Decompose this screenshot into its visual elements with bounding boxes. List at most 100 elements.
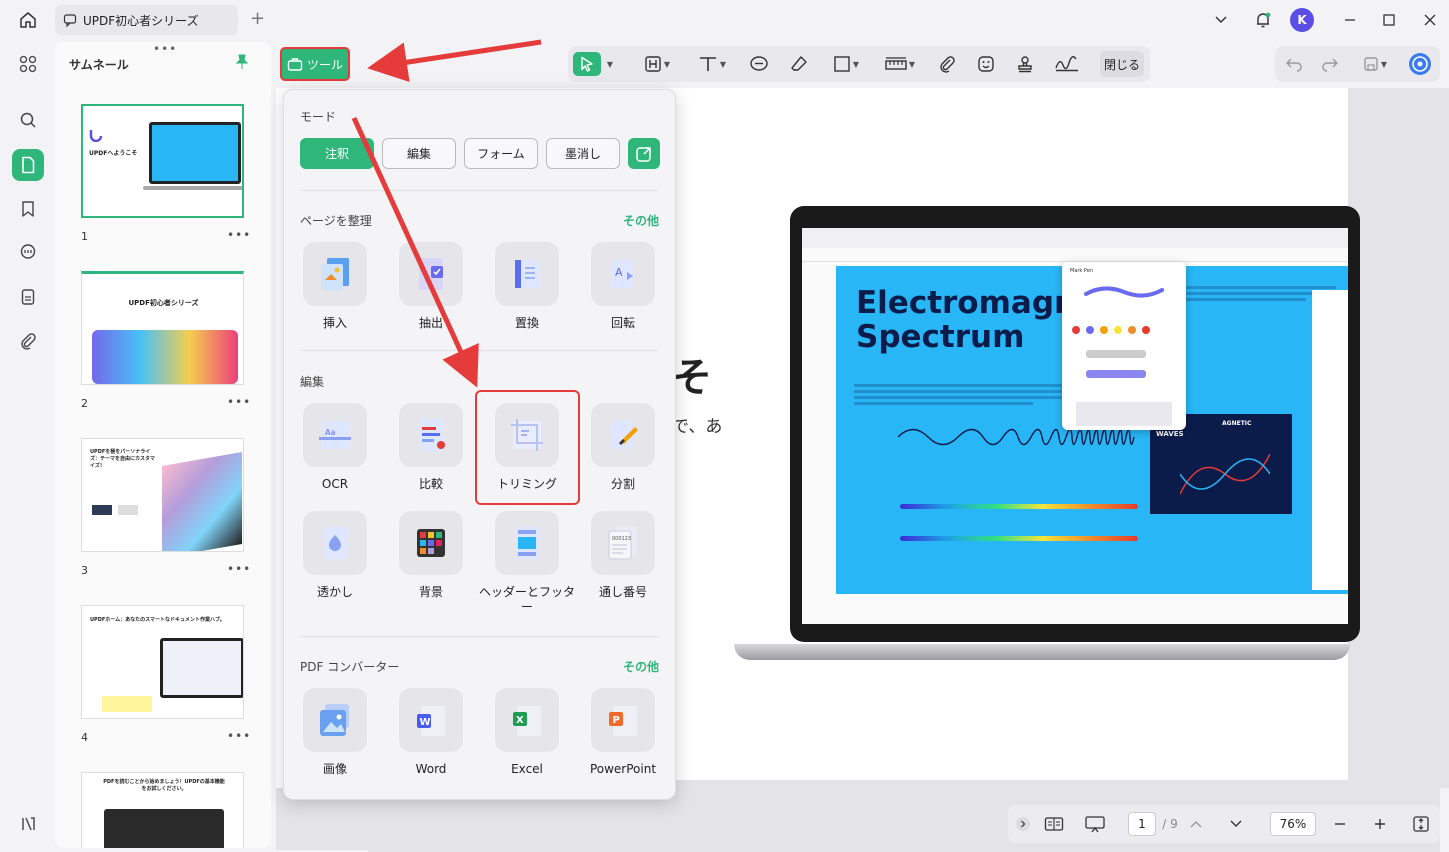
- convert-image-tile[interactable]: [303, 688, 367, 752]
- rail-apps-button[interactable]: [12, 48, 44, 80]
- thumbnail-swatch: [118, 505, 138, 515]
- select-tool-button[interactable]: [573, 52, 601, 76]
- convert-excel-tile[interactable]: X: [495, 688, 559, 752]
- thumbnail-page-1[interactable]: UPDFへようこそ: [81, 104, 244, 218]
- panel-grip[interactable]: •••: [153, 42, 177, 56]
- thumbnail-caption: UPDFを極をパーソナライズ：テーマを自由にカスタマイズ！: [90, 449, 156, 469]
- redo-button[interactable]: [1319, 52, 1341, 76]
- page-number-input[interactable]: 1: [1128, 812, 1156, 836]
- document-tab[interactable]: UPDF初心者シリーズ: [55, 5, 238, 35]
- rail-bookmark-button[interactable]: [12, 193, 44, 225]
- chevron-down-icon: ▼: [606, 59, 614, 69]
- fit-page-icon: [1413, 816, 1429, 832]
- user-avatar[interactable]: K: [1290, 8, 1314, 32]
- extract-tool-tile[interactable]: [399, 242, 463, 306]
- tab-list-button[interactable]: [1210, 8, 1232, 32]
- book-icon: [1044, 817, 1064, 831]
- eraser-tool-button[interactable]: [788, 52, 810, 76]
- chevron-down-icon: ▼: [852, 59, 860, 69]
- ocr-tool-tile[interactable]: Aa: [303, 403, 367, 467]
- compare-tool-tile[interactable]: [399, 403, 463, 467]
- previous-page-button[interactable]: [1186, 811, 1206, 837]
- poster-title-line-1: Electromagne: [856, 285, 1098, 321]
- insert-tool-tile[interactable]: [303, 242, 367, 306]
- presentation-icon: [1085, 816, 1105, 833]
- mode-form-button[interactable]: フォーム: [464, 138, 538, 169]
- tab-title: UPDF初心者シリーズ: [83, 13, 199, 28]
- open-mode-external-button[interactable]: [628, 138, 660, 169]
- shape-tool-button[interactable]: ▼: [828, 52, 864, 76]
- header-footer-tool-tile[interactable]: [495, 511, 559, 575]
- replace-tool-tile[interactable]: [495, 242, 559, 306]
- maximize-button[interactable]: [1377, 8, 1401, 32]
- stamp-tool-button[interactable]: [1014, 52, 1036, 76]
- watermark-tool-tile[interactable]: [303, 511, 367, 575]
- rail-attachments-list-button[interactable]: [12, 281, 44, 313]
- ocr-icon: Aa: [319, 421, 351, 449]
- attach-tool-button[interactable]: [936, 52, 958, 76]
- header-footer-icon: [515, 527, 539, 559]
- comment-icon: [20, 244, 36, 259]
- textbox-tool-button[interactable]: ▼: [640, 52, 674, 76]
- fit-page-button[interactable]: [1410, 811, 1432, 837]
- bates-number-tool-tile[interactable]: 000123: [591, 511, 655, 575]
- replace-pages-icon: [515, 260, 539, 288]
- text-tool-button[interactable]: ▼: [694, 52, 730, 76]
- chevron-down-icon: [1215, 16, 1227, 24]
- rail-thumbnails-button[interactable]: [12, 149, 44, 181]
- rail-attachment-button[interactable]: [12, 325, 44, 357]
- notification-button[interactable]: [1251, 8, 1275, 32]
- arrow-to-tools-button: [367, 39, 542, 83]
- rail-search-button[interactable]: [12, 104, 44, 136]
- close-toolbar-button[interactable]: 閉じる: [1100, 51, 1144, 77]
- page-4-more-button[interactable]: •••: [227, 729, 251, 743]
- extract-label: 抽出: [418, 316, 443, 330]
- temperature-bar: [900, 536, 1138, 541]
- thumbnail-page-3[interactable]: UPDFを極をパーソナライズ：テーマを自由にカスタマイズ！: [81, 438, 244, 552]
- close-window-button[interactable]: [1418, 8, 1442, 32]
- mode-redact-button[interactable]: 墨消し: [546, 138, 620, 169]
- next-page-button[interactable]: [1226, 811, 1246, 837]
- minimize-button[interactable]: [1338, 8, 1362, 32]
- page-2-more-button[interactable]: •••: [227, 395, 251, 409]
- page-layout-button[interactable]: [1042, 811, 1066, 837]
- split-tool-tile[interactable]: [591, 403, 655, 467]
- zoom-level-input[interactable]: 76%: [1270, 812, 1316, 836]
- rail-layers-button[interactable]: [12, 808, 44, 840]
- chevron-down-icon: ▼: [663, 59, 671, 69]
- screen-titlebar: [802, 228, 1348, 248]
- text-icon: [699, 57, 716, 71]
- mode-annotate-button[interactable]: 注釈: [300, 138, 374, 169]
- pin-button[interactable]: [235, 54, 249, 73]
- converter-more-link[interactable]: その他: [623, 658, 659, 675]
- background-tool-tile[interactable]: [399, 511, 463, 575]
- convert-powerpoint-tile[interactable]: P: [591, 688, 655, 752]
- measure-tool-button[interactable]: ▼: [880, 52, 920, 76]
- thumbnail-page-4[interactable]: UPDFホーム：あなたのスマートなドキュメント作業ハブ。: [81, 605, 244, 719]
- comment-tool-button[interactable]: [748, 52, 770, 76]
- sticker-tool-button[interactable]: [975, 52, 997, 76]
- page-1-more-button[interactable]: •••: [227, 228, 251, 242]
- home-button[interactable]: [14, 8, 42, 32]
- thumbnail-page-2[interactable]: UPDF初心者シリーズ: [81, 271, 244, 385]
- expand-bottom-bar-button[interactable]: [1014, 811, 1032, 837]
- redo-icon: [1322, 58, 1338, 72]
- presentation-button[interactable]: [1082, 811, 1108, 837]
- edit-section-title: 編集: [300, 375, 325, 389]
- signature-tool-button[interactable]: [1052, 52, 1082, 76]
- save-button[interactable]: ▼: [1359, 52, 1391, 76]
- rail-comments-button[interactable]: [12, 236, 44, 268]
- ai-assistant-button[interactable]: [1407, 52, 1433, 76]
- tools-button[interactable]: ツール: [280, 47, 350, 81]
- rotate-tool-tile[interactable]: A: [591, 242, 655, 306]
- convert-word-tile[interactable]: W: [399, 688, 463, 752]
- thumbnail-page-5[interactable]: PDFを読むことから始めましょう！UPDFの基本機能をお試しください。: [81, 772, 244, 848]
- mode-edit-button[interactable]: 編集: [382, 138, 456, 169]
- organize-more-link[interactable]: その他: [623, 212, 659, 229]
- page-3-more-button[interactable]: •••: [227, 562, 251, 576]
- undo-button[interactable]: [1283, 52, 1305, 76]
- select-tool-dropdown[interactable]: ▼: [604, 52, 614, 76]
- zoom-out-button[interactable]: [1330, 811, 1350, 837]
- zoom-in-button[interactable]: [1370, 811, 1390, 837]
- new-tab-button[interactable]: +: [250, 10, 265, 28]
